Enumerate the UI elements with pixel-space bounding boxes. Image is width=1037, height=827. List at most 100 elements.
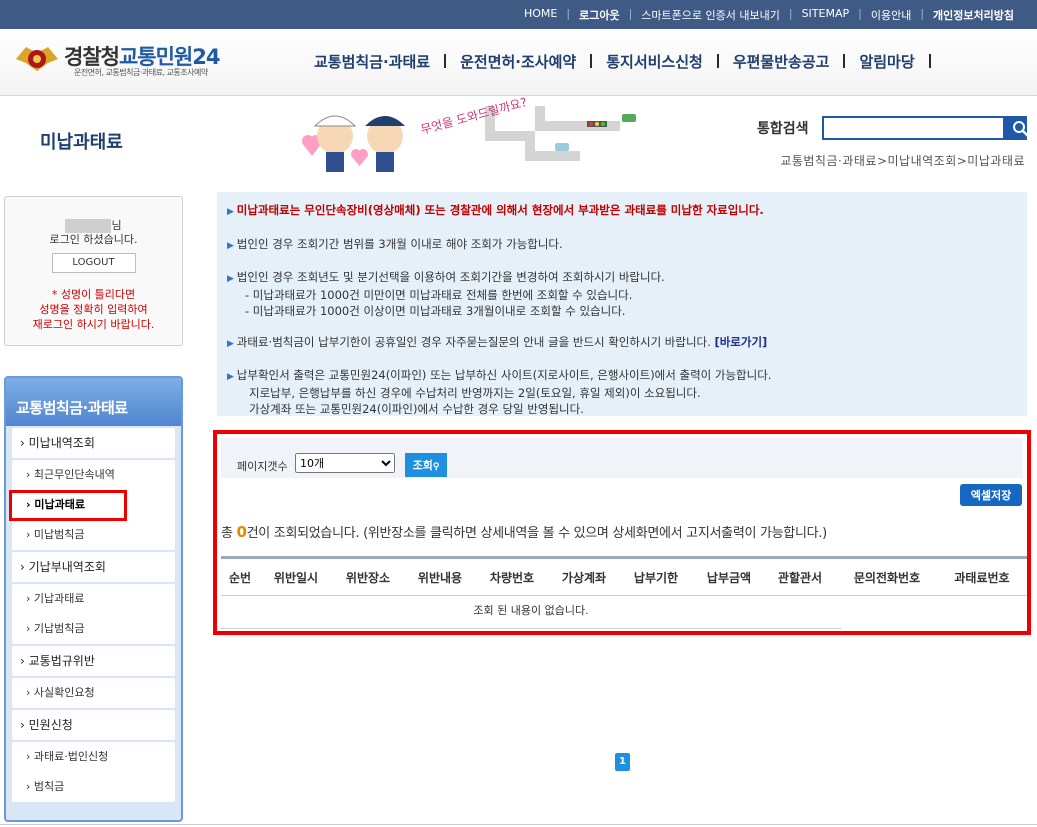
column-header: 문의전화번호 [853, 570, 921, 585]
bullet-arrow-icon: ▶ [227, 207, 237, 217]
count-prefix: 총 [221, 526, 237, 541]
page-size-select[interactable]: 10개 [295, 453, 395, 473]
sidebar-submenu-petition: › 과태료·법인신청 › 범칙금 [12, 742, 175, 802]
footer-divider [0, 824, 1037, 825]
gnb-item-license[interactable]: 운전면허·조사예약 [446, 51, 590, 72]
page-title: 미납과태료 [40, 132, 123, 153]
search-label: 통합검색 [757, 121, 809, 137]
sidebar-subitem-fine-corporate[interactable]: › 과태료·법인신청 [12, 742, 175, 772]
sidebar-subitem-label: 기납범칙금 [33, 622, 85, 635]
logo-subtitle: 운전면허, 교통범칙금·과태료, 교통조사예약 [74, 68, 208, 77]
login-status-text: 로그인 하셨습니다. [49, 233, 138, 246]
query-button[interactable]: 조회⚲ [405, 453, 447, 477]
name-warning-line: * 성명이 틀리다면 [51, 288, 136, 301]
column-header: 납부기한 [633, 570, 679, 585]
bullet-arrow-icon: ▶ [227, 241, 237, 251]
search-icon [1013, 121, 1029, 137]
pagination-page[interactable]: 1 [615, 753, 630, 771]
privacy-link[interactable]: 개인정보처리방침 [924, 7, 1023, 23]
main-nav: 교통범칙금·과태료 운전면허·조사예약 통지서비스신청 우편물반송공고 알림마당 [300, 51, 931, 72]
site-header: 경찰청교통민원24 운전면허, 교통범칙금·과태료, 교통조사예약 교통범칙금·… [0, 29, 1037, 96]
sidebar-subitem-penalty[interactable]: › 범칙금 [12, 772, 175, 802]
sidebar-submenu-paid: › 기납과태료 › 기납범칙금 [12, 584, 175, 644]
notice-line: 과태료·범칙금이 납부기한이 공휴일인 경우 자주묻는질문의 안내 글을 반드시… [236, 335, 711, 349]
result-count-line: 총 0건이 조회되었습니다. (위반장소를 클릭하면 상세내역을 볼 수 있으며… [221, 522, 827, 541]
sidebar-item-petition[interactable]: › 민원신청 [12, 710, 175, 740]
export-cert-link[interactable]: 스마트폰으로 인증서 내보내기 [632, 7, 789, 23]
bullet-arrow-icon: ▶ [227, 372, 237, 382]
sidebar-subitem-unpaid-penalty[interactable]: › 미납범칙금 [12, 520, 175, 550]
sidebar-subitem-paid-fine[interactable]: › 기납과태료 [12, 584, 175, 614]
column-header: 순번 [228, 570, 252, 585]
notice-line: 법인인 경우 조회기간 범위를 3개월 이내로 해야 조회가 가능합니다. [236, 237, 563, 251]
sidebar-subitem-label: 과태료·법인신청 [33, 750, 109, 763]
police-mascot-banner: 무엇을 도와드릴까요? [302, 96, 636, 172]
sidebar-subitem-fact-check[interactable]: › 사실확인요청 [12, 678, 175, 708]
sidebar-item-label: 교통법규위반 [28, 654, 95, 668]
notice-box: ▶ 미납과태료는 무인단속장비(영상매체) 또는 경찰관에 의해서 현장에서 부… [217, 192, 1027, 416]
gnb-item-notice[interactable]: 알림마당 [845, 51, 928, 72]
sidebar-subitem-recent-enforcement[interactable]: › 최근무인단속내역 [12, 460, 175, 490]
name-warning-line: 성명을 정확히 입력하여 [39, 303, 148, 316]
guide-link[interactable]: 이용안내 [862, 7, 920, 23]
highlight-frame [9, 490, 127, 521]
column-header: 위반장소 [345, 570, 391, 585]
home-link[interactable]: HOME [515, 7, 566, 23]
notice-line: 지로납부, 은행납부를 하신 경우에 수납처리 반영까지는 2일(토요일, 휴일… [249, 386, 701, 400]
sidebar-item-label: 기납부내역조회 [28, 560, 106, 574]
logo-title-main: 교통민원24 [118, 45, 221, 69]
search-button[interactable] [1003, 116, 1029, 140]
result-panel: 페이지갯수 10개 조회⚲ 엑셀저장 총 0건이 조회되었습니다. (위반장소를… [213, 430, 1031, 635]
empty-result-message: 조회 된 내용이 없습니다. [221, 594, 841, 629]
column-header: 가상계좌 [561, 570, 607, 585]
sidebar-item-unpaid-inquiry[interactable]: › 미납내역조회 [12, 428, 175, 458]
gnb-divider [928, 54, 931, 68]
breadcrumb: 교통범칙금·과태료>미납내역조회>미납과태료 [780, 154, 1025, 168]
query-button-label: 조회 [412, 460, 433, 472]
page-size-label: 페이지갯수 [237, 460, 288, 473]
sidebar-subitem-label: 기납과태료 [33, 592, 85, 605]
gnb-item-returned-mail[interactable]: 우편물반송공고 [719, 51, 844, 72]
column-header: 위반내용 [417, 570, 463, 585]
notice-line: 가상계좌 또는 교통민원24(이파인)에서 수납한 경우 당일 반영됩니다. [249, 402, 584, 416]
search-icon: ⚲ [432, 461, 440, 471]
name-warning-line: 재로그인 하시기 바랍니다. [32, 318, 155, 331]
top-utility-bar: HOME | 로그아웃 | 스마트폰으로 인증서 내보내기 | SITEMAP | 이용… [0, 0, 1037, 29]
result-count: 0 [236, 523, 247, 541]
sidebar-item-label: 미납내역조회 [28, 436, 95, 450]
sidebar-item-paid-inquiry[interactable]: › 기납부내역조회 [12, 552, 175, 582]
top-links: HOME | 로그아웃 | 스마트폰으로 인증서 내보내기 | SITEMAP | 이용… [515, 7, 1023, 23]
column-header: 차량번호 [489, 570, 535, 585]
logout-button[interactable]: LOGOUT [51, 253, 136, 273]
notice-line: - 미납과태료가 1000건 이상이면 미납과태료 3개월이내로 조회할 수 있… [245, 304, 626, 318]
login-status-box: 님 로그인 하셨습니다. LOGOUT * 성명이 틀리다면 성명을 정확히 입… [4, 196, 183, 346]
table-header: 순번 위반일시 위반장소 위반내용 차량번호 가상계좌 납부기한 납부금액 관할… [221, 556, 1027, 596]
sidebar-item-violation[interactable]: › 교통법규위반 [12, 646, 175, 676]
count-suffix: 건이 조회되었습니다. (위반장소를 클릭하면 상세내역을 볼 수 있으며 상세… [246, 526, 828, 541]
search-input[interactable] [822, 116, 1006, 140]
excel-save-button[interactable]: 엑셀저장 [960, 484, 1022, 506]
faq-shortcut-link[interactable]: [바로가기] [714, 335, 767, 349]
sitemap-link[interactable]: SITEMAP [793, 7, 859, 23]
sidebar-subitem-label: 최근무인단속내역 [33, 468, 115, 481]
side-menu: 교통범칙금·과태료 › 미납내역조회 › 최근무인단속내역 › 미납과태료 › … [4, 376, 183, 822]
site-logo[interactable]: 경찰청교통민원24 운전면허, 교통범칙금·과태료, 교통조사예약 [14, 39, 254, 84]
banner-text: 무엇을 도와드릴까요? [419, 96, 528, 137]
bullet-arrow-icon: ▶ [227, 339, 237, 349]
logo-title-prefix: 경찰청 [64, 45, 120, 69]
bullet-arrow-icon: ▶ [227, 274, 237, 284]
name-warning: * 성명이 틀리다면 성명을 정확히 입력하여 재로그인 하시기 바랍니다. [5, 287, 182, 332]
notice-line: 미납과태료는 무인단속장비(영상매체) 또는 경찰관에 의해서 현장에서 부과받… [236, 203, 764, 217]
sidebar-subitem-paid-penalty[interactable]: › 기납범칙금 [12, 614, 175, 644]
notice-line: 납부확인서 출력은 교통민원24(이파인) 또는 납부하신 사이트(지로사이트,… [236, 368, 772, 382]
column-header: 관할관서 [777, 570, 823, 585]
sidebar-item-label: 민원신청 [28, 718, 73, 732]
column-header: 위반일시 [273, 570, 319, 585]
sidebar-subitem-label: 범칙금 [33, 780, 65, 793]
police-emblem-icon [16, 47, 58, 71]
logout-link[interactable]: 로그아웃 [570, 7, 628, 23]
gnb-item-fines[interactable]: 교통범칙금·과태료 [300, 51, 444, 72]
gnb-item-notify[interactable]: 통지서비스신청 [592, 51, 717, 72]
side-menu-title: 교통범칙금·과태료 [6, 378, 181, 426]
sidebar-submenu-violation: › 사실확인요청 [12, 678, 175, 708]
